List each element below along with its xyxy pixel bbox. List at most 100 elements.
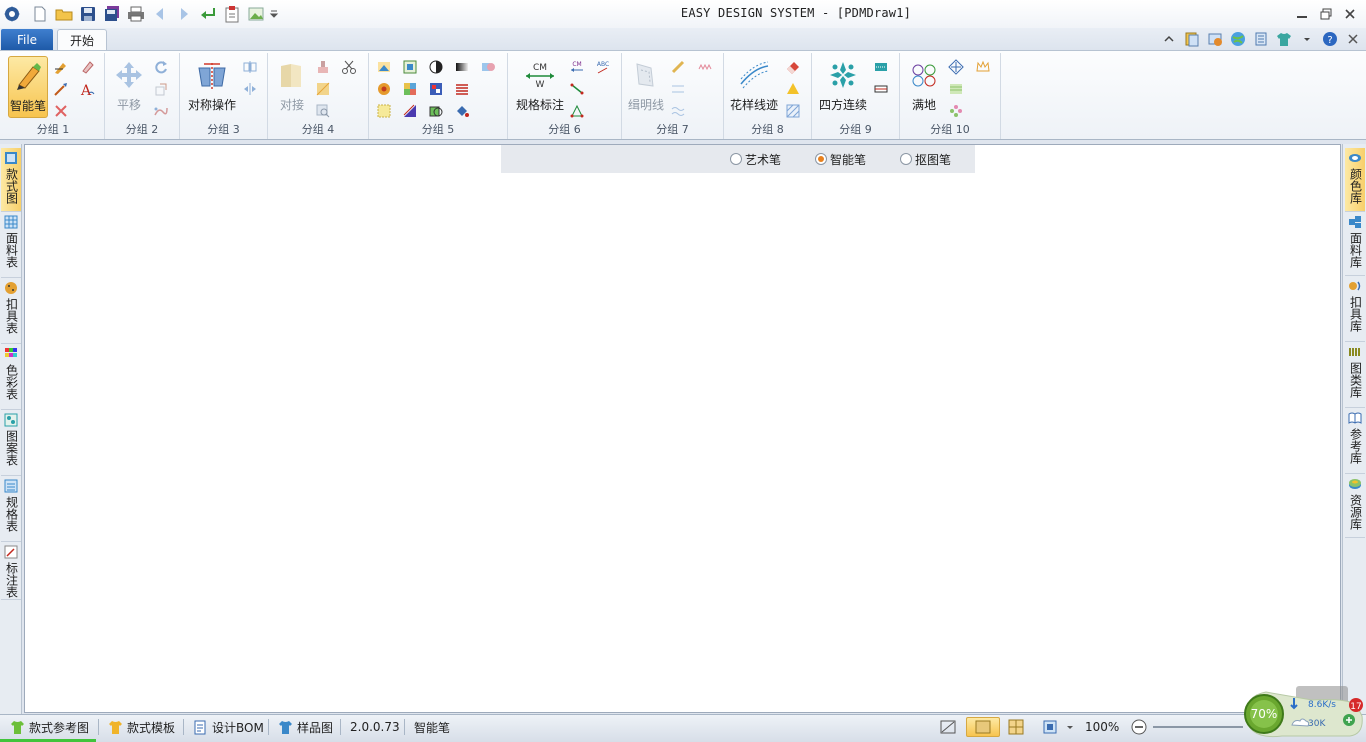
- restore-icon[interactable]: [1314, 4, 1338, 24]
- four-way-repeat-button[interactable]: 四方连续: [816, 56, 870, 118]
- left-tab-style-drawing[interactable]: 款式图: [1, 148, 21, 212]
- view-outline-icon[interactable]: [940, 715, 956, 739]
- image-icon[interactable]: [244, 3, 268, 25]
- lattice-icon[interactable]: [946, 57, 966, 77]
- pattern-stitch-button[interactable]: 花样线迹: [728, 56, 780, 118]
- edit-picture-icon[interactable]: [400, 57, 420, 77]
- eraser-pen-icon[interactable]: [77, 57, 97, 77]
- wave-lines-icon[interactable]: [668, 101, 688, 121]
- palette-grid-icon[interactable]: [426, 79, 446, 99]
- symmetry-button[interactable]: 对称操作: [184, 56, 240, 118]
- left-tab-fabric-table[interactable]: 面料表: [1, 212, 21, 278]
- zoom-dropdown-icon[interactable]: [1066, 715, 1074, 739]
- crown-pattern-icon[interactable]: [973, 57, 993, 77]
- mosaic-icon[interactable]: [400, 79, 420, 99]
- fit-page-icon[interactable]: [1042, 715, 1058, 739]
- forward-arrow-icon[interactable]: [172, 3, 196, 25]
- globe-icon[interactable]: [1228, 30, 1247, 47]
- left-tab-spec-table[interactable]: 规格表: [1, 476, 21, 542]
- mirror-copy-icon[interactable]: [240, 79, 260, 99]
- angle-measure-icon[interactable]: [567, 101, 587, 121]
- mirror-icon[interactable]: [240, 57, 260, 77]
- new-document-icon[interactable]: [28, 3, 52, 25]
- sewing-needle-icon[interactable]: [668, 57, 688, 77]
- insert-picture-icon[interactable]: [374, 57, 394, 77]
- shape-fill-icon[interactable]: [426, 101, 446, 121]
- left-tab-accessory-table[interactable]: 扣具表: [1, 278, 21, 344]
- diagonal-fill-icon[interactable]: [400, 101, 420, 121]
- select-area-icon[interactable]: [374, 101, 394, 121]
- status-style-template[interactable]: 款式模板: [108, 715, 175, 739]
- gradient-icon[interactable]: [452, 57, 472, 77]
- line-measure-icon[interactable]: [567, 79, 587, 99]
- drawing-canvas[interactable]: 艺术笔 智能笔 抠图笔: [24, 144, 1341, 713]
- band-pattern-icon[interactable]: [871, 79, 891, 99]
- view-normal-button[interactable]: [966, 717, 1000, 737]
- collapse-ribbon-icon[interactable]: [1159, 30, 1178, 47]
- stripes-icon[interactable]: [452, 79, 472, 99]
- help-icon[interactable]: ?: [1320, 30, 1339, 47]
- border-pattern-icon[interactable]: [871, 57, 891, 77]
- garment-icon[interactable]: [1274, 30, 1293, 47]
- radio-smart-pen[interactable]: 智能笔: [814, 151, 866, 168]
- delete-icon[interactable]: [51, 101, 71, 121]
- flower-pattern-icon[interactable]: [946, 101, 966, 121]
- left-tab-pattern-table[interactable]: 图案表: [1, 410, 21, 476]
- allover-button[interactable]: 满地: [904, 56, 944, 118]
- clipboard-icon[interactable]: [220, 3, 244, 25]
- right-tab-resource-library[interactable]: 资源库: [1345, 474, 1365, 538]
- right-tab-reference-library[interactable]: 参考库: [1345, 408, 1365, 474]
- right-tab-fabric-library[interactable]: 面料库: [1345, 212, 1365, 276]
- view-split-icon[interactable]: [1008, 715, 1024, 739]
- zoom-preview-icon[interactable]: [313, 101, 333, 121]
- join-button[interactable]: 对接: [274, 56, 310, 118]
- radio-cutout-pen[interactable]: 抠图笔: [899, 151, 951, 168]
- color-replace-icon[interactable]: [478, 57, 498, 77]
- deform-icon[interactable]: [151, 101, 171, 121]
- hatch-icon[interactable]: [783, 101, 803, 121]
- eraser-icon[interactable]: [783, 57, 803, 77]
- scissors-icon[interactable]: [339, 57, 359, 77]
- right-tab-figure-library[interactable]: 图类库: [1345, 342, 1365, 408]
- zigzag-stitch-icon[interactable]: [695, 57, 715, 77]
- status-sample-image[interactable]: 样品图: [278, 715, 333, 739]
- left-tab-annotation-table[interactable]: 标注表: [1, 542, 21, 600]
- app-logo-icon[interactable]: [3, 5, 21, 23]
- dropdown-icon[interactable]: [268, 3, 280, 25]
- radio-art-pen[interactable]: 艺术笔: [729, 151, 781, 168]
- save-icon[interactable]: [76, 3, 100, 25]
- open-folder-icon[interactable]: [52, 3, 76, 25]
- zoom-slider[interactable]: [1153, 726, 1243, 728]
- gear-color-icon[interactable]: [374, 79, 394, 99]
- library-icon[interactable]: [1182, 30, 1201, 47]
- fill-pattern-icon[interactable]: [313, 79, 333, 99]
- parallel-lines-icon[interactable]: [668, 79, 688, 99]
- paint-bucket-icon[interactable]: [452, 101, 472, 121]
- network-speed-widget[interactable]: 70% 8.6K/s 30K 17: [1242, 686, 1366, 742]
- warning-fill-icon[interactable]: [783, 79, 803, 99]
- options-dropdown-icon[interactable]: [1297, 30, 1316, 47]
- back-arrow-icon[interactable]: [148, 3, 172, 25]
- right-tab-color-library[interactable]: 颜色库: [1345, 148, 1365, 212]
- sync-icon[interactable]: [1205, 30, 1224, 47]
- size-annotation-button[interactable]: CM W 规格标注: [512, 56, 568, 118]
- text-tool-icon[interactable]: A: [77, 79, 97, 99]
- radio-art-pen-circle[interactable]: [729, 153, 742, 165]
- status-style-reference[interactable]: 款式参考图: [10, 715, 89, 739]
- status-design-bom[interactable]: 设计BOM: [193, 715, 264, 739]
- database-icon[interactable]: [1251, 30, 1270, 47]
- close-document-icon[interactable]: [1343, 30, 1362, 47]
- scale-icon[interactable]: [151, 79, 171, 99]
- tab-home[interactable]: 开始: [57, 29, 107, 51]
- contrast-icon[interactable]: [426, 57, 446, 77]
- translate-button[interactable]: 平移: [111, 56, 147, 118]
- radio-cutout-pen-circle[interactable]: [899, 153, 912, 165]
- zoom-out-icon[interactable]: [1131, 715, 1147, 739]
- abc-label-icon[interactable]: ABC: [593, 57, 613, 77]
- topstitch-button[interactable]: 缉明线: [626, 56, 666, 118]
- save-all-icon[interactable]: [100, 3, 124, 25]
- return-icon[interactable]: [196, 3, 220, 25]
- minimize-icon[interactable]: [1290, 4, 1314, 24]
- close-icon[interactable]: [1338, 4, 1362, 24]
- cm-arrow-icon[interactable]: CM: [567, 57, 587, 77]
